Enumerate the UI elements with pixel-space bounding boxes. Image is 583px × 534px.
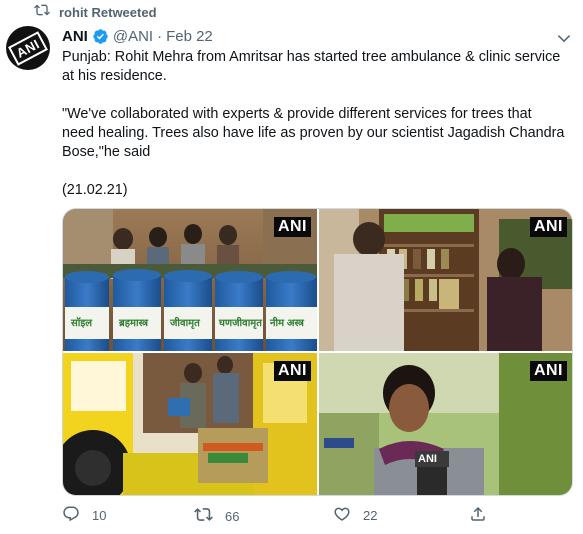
retweet-icon [34,2,50,23]
drum-label: नीम अस्त्र [270,318,304,329]
retweet-count: 66 [225,508,240,524]
reply-count: 10 [92,508,107,523]
share-button[interactable] [469,505,487,526]
drum-label: घणजीवामृत [219,318,262,329]
media-grid: सॉइल ब्रहमास्त्र जीवामृत घणजीवामृत नीम अ… [62,208,573,496]
like-count: 22 [363,508,378,523]
ani-watermark: ANI [273,361,311,381]
tweet-header: ANI @ANI · Feb 22 [62,26,213,46]
tweet-text-quote: "We've collaborated with experts & provi… [62,106,565,160]
photo-interview[interactable]: ANI ANI [319,353,572,495]
like-icon [333,505,351,526]
retweet-button[interactable]: 66 [194,505,239,527]
reply-icon [62,505,80,526]
drum-label: जीवामृत [170,318,200,329]
reply-button[interactable]: 10 [62,505,106,526]
share-icon [469,505,487,526]
author-handle[interactable]: @ANI [113,28,153,45]
retweet-icon [194,505,213,527]
photo-ambulance[interactable]: ANI [63,353,317,495]
drum-label: सॉइल [71,318,93,329]
tweet-text-date: (21.02.21) [62,182,128,198]
author-name[interactable]: ANI [62,28,88,45]
action-bar: 10 66 22 [62,505,532,525]
avatar-logo-text: ANI [8,30,48,66]
like-button[interactable]: 22 [333,505,377,526]
separator-dot: · [157,27,163,45]
mic-label: ANI [418,453,437,465]
photo-drums[interactable]: सॉइल ब्रहमास्त्र जीवामृत घणजीवामृत नीम अ… [63,209,317,351]
ani-watermark: ANI [273,217,311,237]
ani-watermark: ANI [529,217,567,237]
tweet-date[interactable]: Feb 22 [166,28,213,45]
drum-label: ब्रहमास्त्र [119,318,148,329]
retweet-context[interactable]: rohit Retweeted [34,3,157,21]
retweet-label: rohit Retweeted [59,4,157,20]
tweet-text-line: Punjab: Rohit Mehra from Amritsar has st… [62,49,561,84]
avatar[interactable]: ANI [6,26,50,70]
ani-watermark: ANI [529,361,567,381]
photo-shelves[interactable]: ANI [319,209,572,351]
verified-badge-icon [92,28,109,45]
tweet-text: Punjab: Rohit Mehra from Amritsar has st… [62,48,567,200]
